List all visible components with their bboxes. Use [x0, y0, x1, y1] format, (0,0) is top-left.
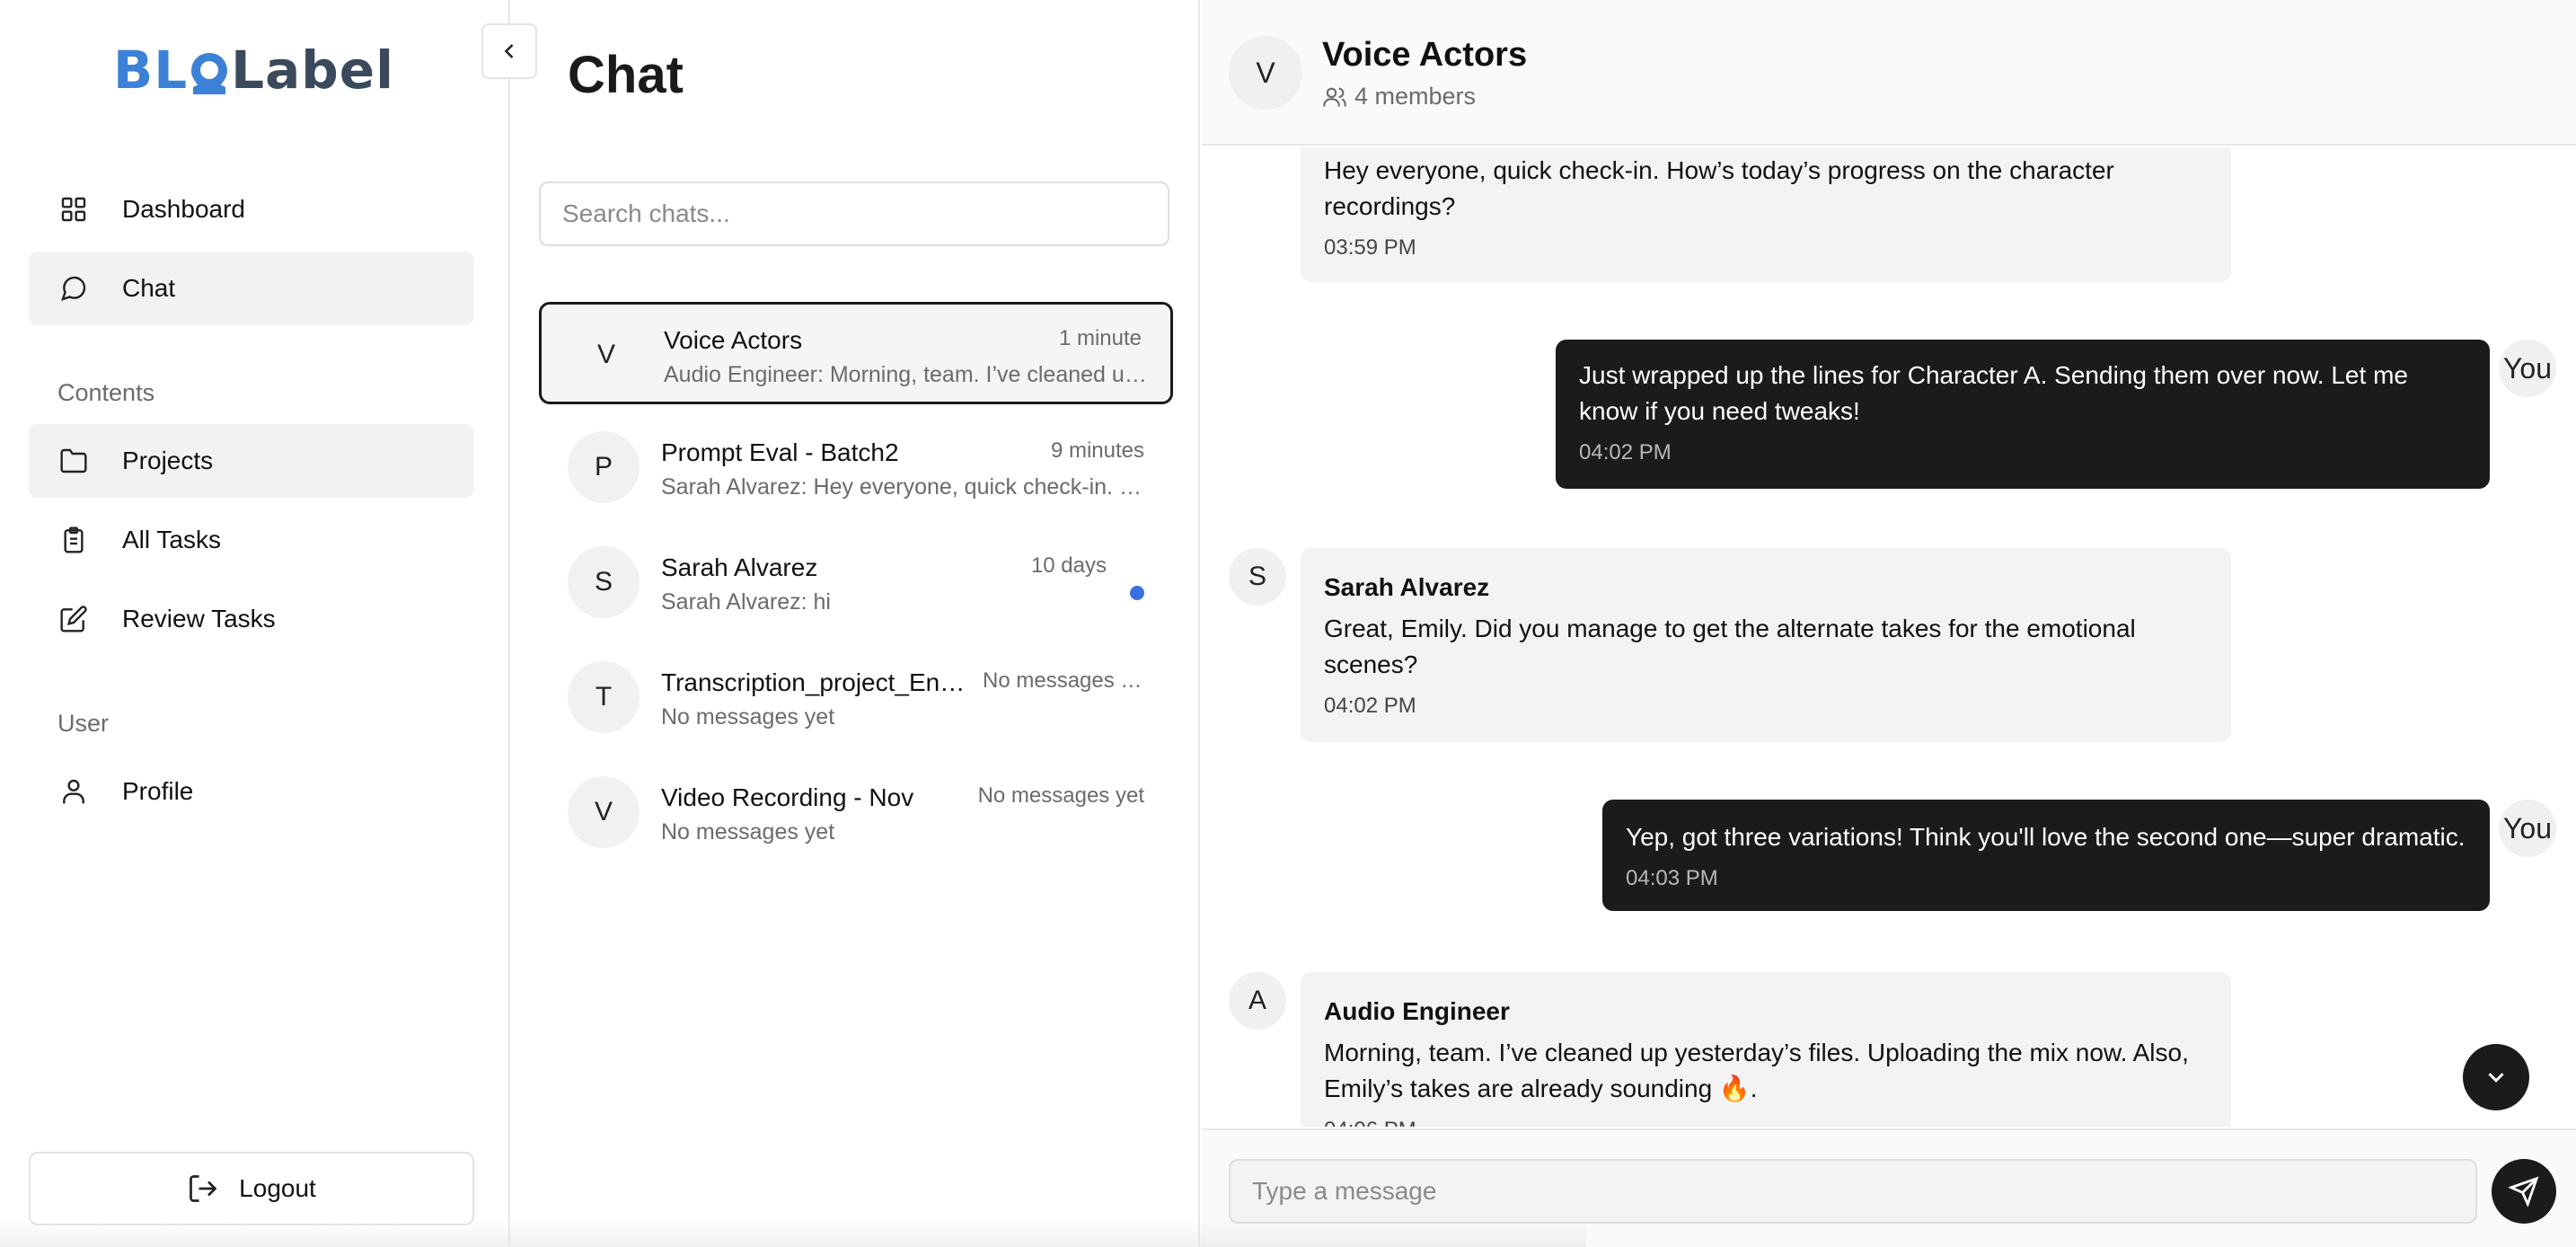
message-input[interactable]	[1229, 1159, 2477, 1224]
chat-name: Video Recording - Nov	[661, 783, 914, 811]
sidebar-item-label: Chat	[122, 274, 176, 302]
sidebar-item-review-tasks[interactable]: Review Tasks	[29, 582, 474, 656]
chat-list-panel: Chat V Voice Actors 1 minute Audio Engin…	[512, 0, 1200, 1247]
sidebar-item-label: Projects	[122, 447, 214, 474]
sidebar-item-label: Review Tasks	[122, 605, 276, 632]
contents-section-heading: Contents	[57, 379, 155, 406]
message-sender: Audio Engineer	[1324, 997, 1510, 1025]
avatar: S	[568, 546, 640, 618]
chat-name: Prompt Eval - Batch2	[661, 438, 899, 466]
sidebar: BL Label Dashboard Chat Contents Project…	[0, 0, 510, 1247]
logout-button[interactable]: Logout	[29, 1152, 474, 1225]
message-text: Just wrapped up the lines for Character …	[1579, 361, 2408, 425]
avatar: P	[568, 431, 640, 503]
sidebar-item-label: Profile	[122, 777, 194, 805]
chat-item-prompt-eval[interactable]: P Prompt Eval - Batch2 9 minutes Sarah A…	[539, 417, 1173, 519]
message-circle-icon	[56, 270, 92, 306]
sidebar-item-dashboard[interactable]: Dashboard	[29, 172, 474, 246]
sidebar-item-profile[interactable]: Profile	[29, 755, 474, 828]
chat-name: Voice Actors	[664, 326, 803, 354]
message-text: Yep, got three variations! Think you'll …	[1626, 823, 2466, 851]
chat-time: 1 minute	[1058, 326, 1142, 350]
chevron-down-icon	[2483, 1064, 2510, 1091]
message-bubble: Just wrapped up the lines for Character …	[1556, 340, 2490, 489]
sidebar-item-chat[interactable]: Chat	[29, 252, 474, 325]
sidebar-item-label: All Tasks	[122, 526, 221, 553]
conversation-panel: V Voice Actors 4 members Hey everyone, q…	[1202, 0, 2576, 1247]
users-icon	[1322, 84, 1347, 110]
chat-preview: Audio Engineer: Morning, team. I’ve clea…	[664, 362, 1149, 387]
avatar: V	[596, 340, 615, 369]
send-icon	[2509, 1176, 2539, 1207]
message-time: 04:02 PM	[1579, 440, 1672, 464]
logout-icon	[187, 1172, 219, 1205]
user-section-heading: User	[57, 710, 110, 737]
chat-preview: Sarah Alvarez: hi	[661, 589, 831, 615]
message-text: Great, Emily. Did you manage to get the …	[1324, 615, 2136, 678]
sidebar-item-all-tasks[interactable]: All Tasks	[29, 503, 474, 577]
message-bubble: Hey everyone, quick check-in. How’s toda…	[1301, 147, 2231, 282]
chat-time: 10 days	[1030, 553, 1107, 578]
message-time: 04:03 PM	[1626, 866, 1718, 890]
message-time: 03:59 PM	[1324, 235, 1416, 260]
scroll-to-bottom-button[interactable]	[2463, 1044, 2529, 1110]
folder-icon	[56, 443, 92, 479]
avatar: S	[1229, 548, 1286, 606]
message-bubble: Yep, got three variations! Think you'll …	[1602, 800, 2490, 911]
message-text: Hey everyone, quick check-in. How’s toda…	[1324, 156, 2114, 220]
member-count-label: 4 members	[1354, 83, 1477, 110]
message-bubble: Audio Engineer Morning, team. I’ve clean…	[1301, 972, 2231, 1127]
member-count[interactable]: 4 members	[1322, 83, 1476, 111]
message-bubble: Sarah Alvarez Great, Emily. Did you mana…	[1301, 548, 2231, 742]
logo-text-part2: Label	[231, 40, 395, 101]
message-text: Morning, team. I’ve cleaned up yesterday…	[1324, 1039, 2189, 1102]
chat-item-sarah-alvarez[interactable]: S Sarah Alvarez 10 days Sarah Alvarez: h…	[539, 532, 1173, 634]
chat-time: No messages yet	[983, 668, 1144, 693]
app-logo[interactable]: BL Label	[113, 40, 394, 101]
logout-label: Logout	[239, 1174, 316, 1202]
chat-preview: No messages yet	[661, 704, 835, 730]
page-title: Chat	[568, 46, 684, 104]
avatar: A	[1229, 972, 1286, 1030]
message-time: 04:02 PM	[1324, 694, 1416, 718]
conversation-header: V Voice Actors 4 members	[1202, 0, 2576, 146]
send-button[interactable]	[2492, 1159, 2556, 1224]
logo-text-part1: BL	[113, 40, 189, 101]
sender-label-you: You	[2499, 800, 2556, 857]
sender-label-you: You	[2499, 340, 2556, 397]
chat-name: Sarah Alvarez	[661, 553, 818, 581]
unread-indicator	[1130, 586, 1144, 600]
avatar: V	[568, 776, 640, 848]
grid-icon	[56, 191, 92, 227]
chat-time: No messages yet	[977, 783, 1144, 808]
collapse-sidebar-button[interactable]	[481, 23, 537, 79]
sidebar-item-label: Dashboard	[122, 195, 245, 223]
sidebar-item-projects[interactable]: Projects	[29, 424, 474, 498]
chat-item-transcription-project[interactable]: T Transcription_project_English No messa…	[539, 647, 1173, 749]
message-composer	[1202, 1128, 2576, 1247]
chat-item-video-recording[interactable]: V Video Recording - Nov No messages yet …	[539, 762, 1173, 864]
user-icon	[56, 774, 92, 809]
conversation-title: Voice Actors	[1322, 36, 1528, 74]
chat-name: Transcription_project_English	[661, 668, 975, 696]
edit-square-icon	[56, 601, 92, 637]
search-chats-input[interactable]	[539, 181, 1169, 246]
message-list[interactable]: Hey everyone, quick check-in. How’s toda…	[1202, 147, 2576, 1127]
chat-preview: No messages yet	[661, 819, 835, 845]
app-window: BL Label Dashboard Chat Contents Project…	[0, 0, 2576, 1247]
chevron-left-icon	[497, 39, 522, 64]
clipboard-list-icon	[56, 522, 92, 558]
message-time: 04:06 PM	[1324, 1112, 2208, 1127]
avatar: V	[1229, 36, 1302, 110]
logo-pin-icon	[190, 48, 229, 94]
chat-time: 9 minutes	[1050, 438, 1144, 463]
chat-preview: Sarah Alvarez: Hey everyone, quick check…	[661, 474, 1146, 500]
message-sender: Sarah Alvarez	[1324, 573, 1490, 601]
avatar: T	[568, 661, 640, 733]
chat-item-voice-actors[interactable]: V Voice Actors 1 minute Audio Engineer: …	[539, 302, 1173, 404]
